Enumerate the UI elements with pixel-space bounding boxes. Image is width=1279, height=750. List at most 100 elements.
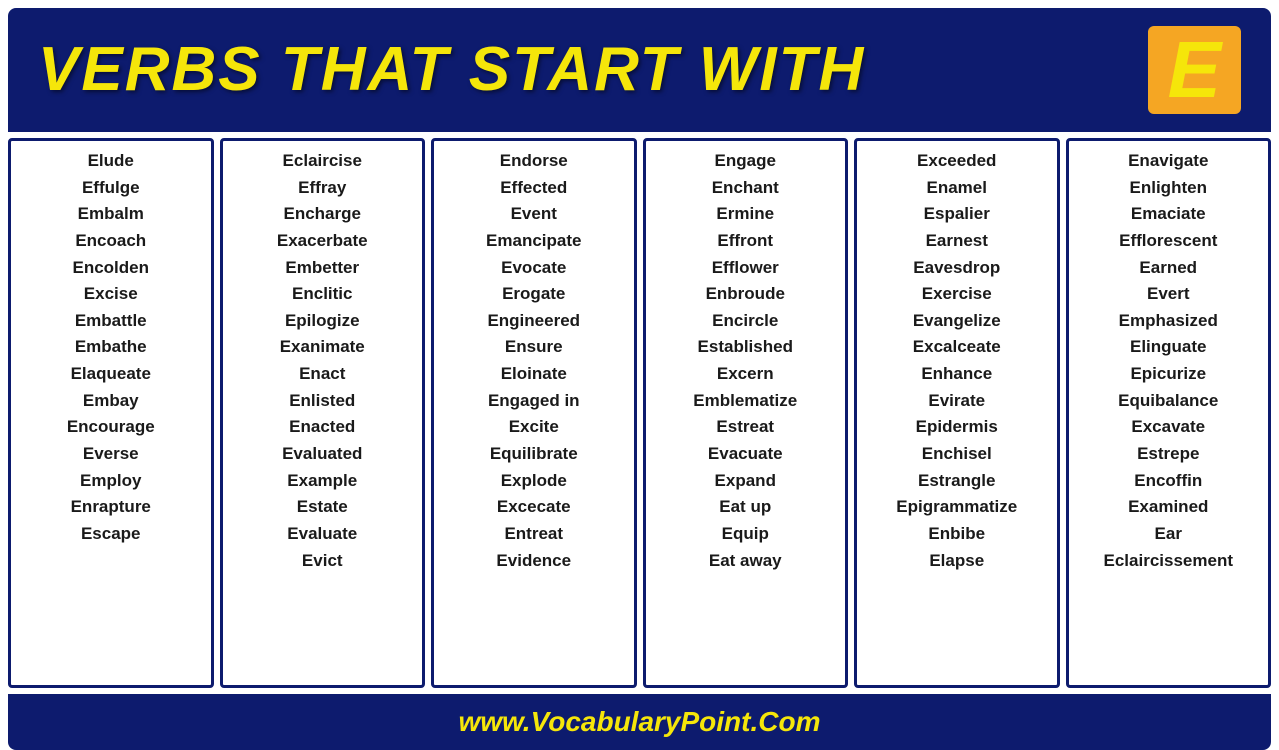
list-item: Enacted [289,415,355,440]
list-item: Emphasized [1119,309,1218,334]
list-item: Epilogize [285,309,360,334]
list-item: Espalier [924,202,990,227]
list-item: Enrapture [71,495,151,520]
list-item: Equip [722,522,769,547]
list-item: Expand [715,469,776,494]
list-item: Equibalance [1118,389,1218,414]
footer-url: www.VocabularyPoint.Com [459,706,821,737]
list-item: Employ [80,469,141,494]
list-item: Exanimate [280,335,365,360]
list-item: Established [698,335,793,360]
list-item: Embathe [75,335,147,360]
column-6: EnavigateEnlightenEmaciateEfflorescentEa… [1066,138,1272,688]
list-item: Estrepe [1137,442,1199,467]
list-item: Emancipate [486,229,581,254]
list-item: Exercise [922,282,992,307]
column-3: EndorseEffectedEventEmancipateEvocateEro… [431,138,637,688]
list-item: Engineered [487,309,580,334]
list-item: Enbroude [706,282,785,307]
list-item: Excavate [1131,415,1205,440]
list-item: Enchant [712,176,779,201]
list-item: Enbibe [928,522,985,547]
list-item: Effront [717,229,773,254]
list-item: Embay [83,389,139,414]
list-item: Enamel [927,176,987,201]
list-item: Eloinate [501,362,567,387]
list-item: Evict [302,549,343,574]
list-item: Effected [500,176,567,201]
list-item: Elude [88,149,134,174]
list-item: Elapse [929,549,984,574]
header-letter: E [1148,26,1241,114]
list-item: Evacuate [708,442,783,467]
header: VERBS THAT START WITH E [8,8,1271,132]
list-item: Engage [715,149,776,174]
list-item: Efflorescent [1119,229,1217,254]
list-item: Encoffin [1134,469,1202,494]
list-item: Ear [1155,522,1182,547]
list-item: Encharge [284,202,361,227]
list-item: Estate [297,495,348,520]
list-item: Evirate [928,389,985,414]
list-item: Eat up [719,495,771,520]
list-item: Emaciate [1131,202,1206,227]
list-item: Encircle [712,309,778,334]
list-item: Evocate [501,256,566,281]
list-item: Estreat [716,415,774,440]
list-item: Enlighten [1130,176,1207,201]
list-item: Enhance [921,362,992,387]
list-item: Eavesdrop [913,256,1000,281]
list-item: Elaqueate [71,362,151,387]
list-item: Enavigate [1128,149,1208,174]
list-item: Enlisted [289,389,355,414]
column-5: ExceededEnamelEspalierEarnestEavesdropEx… [854,138,1060,688]
list-item: Example [287,469,357,494]
list-item: Excalceate [913,335,1001,360]
list-item: Enclitic [292,282,352,307]
list-item: Enact [299,362,345,387]
column-2: EclairciseEffrayEnchargeExacerbateEmbett… [220,138,426,688]
list-item: Excise [84,282,138,307]
list-item: Event [511,202,557,227]
list-item: Erogate [502,282,565,307]
list-item: Elinguate [1130,335,1207,360]
list-item: Epicurize [1130,362,1206,387]
list-item: Estrangle [918,469,995,494]
list-item: Epidermis [916,415,998,440]
list-item: Embalm [78,202,144,227]
list-item: Exacerbate [277,229,368,254]
list-item: Encoach [75,229,146,254]
list-item: Everse [83,442,139,467]
list-item: Evidence [496,549,571,574]
columns-container: EludeEffulgeEmbalmEncoachEncoldenExciseE… [8,138,1271,688]
list-item: Ermine [716,202,774,227]
list-item: Ensure [505,335,563,360]
list-item: Embattle [75,309,147,334]
list-item: Encolden [72,256,149,281]
list-item: Excite [509,415,559,440]
list-item: Evangelize [913,309,1001,334]
list-item: Eat away [709,549,782,574]
list-item: Evaluate [287,522,357,547]
list-item: Endorse [500,149,568,174]
list-item: Escape [81,522,141,547]
footer: www.VocabularyPoint.Com [8,694,1271,750]
list-item: Eclaircissement [1104,549,1233,574]
list-item: Effray [298,176,346,201]
list-item: Efflower [712,256,779,281]
list-item: Emblematize [693,389,797,414]
list-item: Equilibrate [490,442,578,467]
column-1: EludeEffulgeEmbalmEncoachEncoldenExciseE… [8,138,214,688]
list-item: Encourage [67,415,155,440]
list-item: Entreat [504,522,563,547]
list-item: Explode [501,469,567,494]
list-item: Excern [717,362,774,387]
list-item: Embetter [285,256,359,281]
column-4: EngageEnchantErmineEffrontEfflowerEnbrou… [643,138,849,688]
list-item: Earned [1139,256,1197,281]
list-item: Evert [1147,282,1190,307]
list-item: Earnest [926,229,988,254]
list-item: Exceeded [917,149,996,174]
list-item: Epigrammatize [896,495,1017,520]
list-item: Examined [1128,495,1208,520]
